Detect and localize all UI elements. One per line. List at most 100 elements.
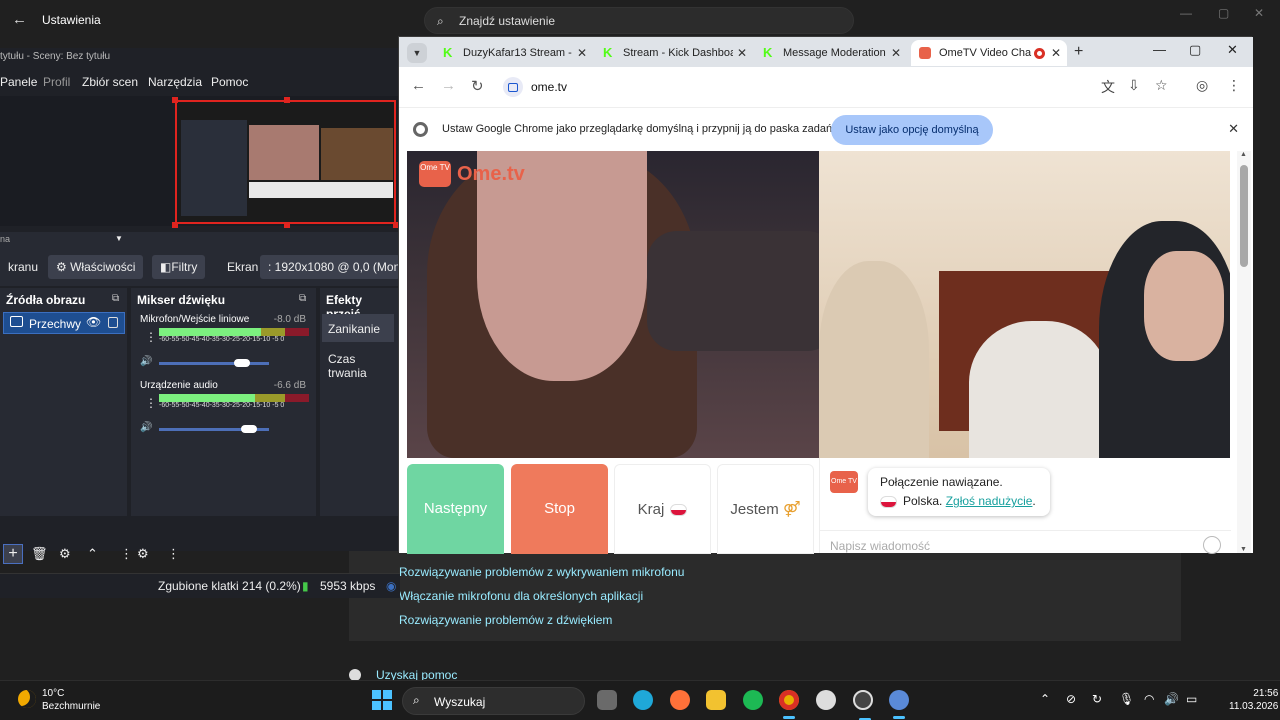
tab-search-icon[interactable]: ▼ <box>407 43 427 63</box>
address-bar[interactable]: ome.tv <box>499 73 1199 101</box>
maximize-icon[interactable]: ▢ <box>1218 6 1229 20</box>
volume-slider[interactable] <box>159 425 269 433</box>
profile-icon[interactable]: ◎ <box>1196 77 1208 94</box>
weather-moon-icon[interactable] <box>18 690 36 708</box>
menu-scene-collection[interactable]: Zbiór scen <box>82 75 138 89</box>
reload-icon[interactable]: ↻ <box>471 77 484 95</box>
add-icon[interactable]: + <box>3 544 23 564</box>
chat-input[interactable]: Napisz wiadomość <box>820 530 1231 554</box>
new-tab-icon[interactable]: + <box>1074 43 1083 61</box>
obs-icon[interactable] <box>853 690 873 720</box>
taskbar-search[interactable]: ⌕ Wyszukaj <box>402 687 585 715</box>
dock-popout-icon[interactable]: ⧉ <box>299 293 306 304</box>
battery-icon[interactable]: ▭ <box>1186 692 1197 706</box>
firefox-icon[interactable] <box>670 690 690 710</box>
default-browser-infobar: Ustaw Google Chrome jako przeglądarkę do… <box>399 107 1253 151</box>
transition-select[interactable]: Zanikanie <box>322 314 394 342</box>
hidden-tray-icon[interactable]: ⊘ <box>1066 692 1076 706</box>
site-info-icon[interactable] <box>503 77 523 97</box>
settings-gear-icon[interactable] <box>889 690 909 719</box>
properties-button[interactable]: ⚙ Właściwości <box>48 255 144 279</box>
menu-panels[interactable]: Panele <box>0 75 37 89</box>
volume-slider[interactable] <box>159 359 269 367</box>
resize-handle[interactable] <box>284 97 290 103</box>
more-options-icon[interactable]: ⋮ <box>167 546 180 562</box>
gear-icon[interactable]: ⚙ <box>59 546 71 562</box>
update-icon[interactable]: ↻ <box>1092 692 1102 706</box>
tab-kick-dashboard[interactable]: K Stream - Kick Dashboa ✕ <box>595 40 753 66</box>
volume-icon[interactable]: 🔊 <box>1164 692 1179 706</box>
weather-widget[interactable]: 10°C Bezchmurnie <box>42 687 100 713</box>
trash-icon[interactable]: 🗑 <box>31 546 48 562</box>
menu-profile[interactable]: Profil <box>43 75 70 89</box>
obs-preview-source-frame[interactable] <box>175 100 396 224</box>
help-link-sound[interactable]: Rozwiązywanie problemów z dźwiękiem <box>399 613 612 627</box>
edge-icon[interactable] <box>633 690 653 710</box>
speaker-icon[interactable]: 🔊 <box>140 356 152 367</box>
more-options-icon[interactable]: ⋮ <box>145 330 157 344</box>
spotify-icon[interactable] <box>743 690 763 710</box>
system-clock[interactable]: 21:56 11.03.2026 <box>1229 687 1278 713</box>
more-options-icon[interactable]: ⋮ <box>1227 77 1241 94</box>
more-options-icon[interactable]: ⋮ <box>145 396 157 410</box>
filters-button[interactable]: ◧Filtry <box>152 255 206 279</box>
translate-icon[interactable]: 文 <box>1101 77 1115 97</box>
scroll-down-icon[interactable]: ▼ <box>1240 546 1247 553</box>
task-view-icon[interactable] <box>597 690 617 710</box>
close-icon[interactable]: ✕ <box>737 46 747 60</box>
help-link-mic-apps[interactable]: Włączanie mikrofonu dla określonych apli… <box>399 589 643 603</box>
eye-icon[interactable]: 👁 <box>86 315 101 329</box>
source-item[interactable]: Przechwy 👁 <box>3 312 125 334</box>
close-icon[interactable]: ✕ <box>1051 46 1061 60</box>
next-button[interactable]: Następny <box>407 464 504 554</box>
back-arrow-icon[interactable]: ← <box>12 11 30 29</box>
emoji-icon[interactable] <box>1203 536 1221 554</box>
bookmark-star-icon[interactable]: ☆ <box>1155 77 1168 94</box>
gender-button[interactable]: Jestem ⚤ <box>717 464 814 554</box>
menu-help[interactable]: Pomoc <box>211 75 248 89</box>
chevron-down-icon[interactable]: ▼ <box>115 234 123 243</box>
close-icon[interactable]: ✕ <box>577 46 587 60</box>
minimize-icon[interactable]: — <box>1153 42 1166 57</box>
volume-slider-knob[interactable] <box>234 359 250 367</box>
back-arrow-icon[interactable]: ← <box>411 77 426 94</box>
install-app-icon[interactable]: ⇩ <box>1128 77 1140 94</box>
scrollbar-thumb[interactable] <box>1240 165 1248 267</box>
scroll-up-icon[interactable]: ▲ <box>1240 151 1247 158</box>
stop-button[interactable]: Stop <box>511 464 608 554</box>
close-icon[interactable]: ✕ <box>1227 42 1238 58</box>
chevron-up-icon[interactable]: ⌃ <box>1040 692 1050 706</box>
tab-kick-stream[interactable]: K DuzyKafar13 Stream - ✕ <box>435 40 593 66</box>
set-default-button[interactable]: Ustaw jako opcję domyślną <box>831 115 993 145</box>
settings-search-input[interactable]: ⌕ Znajdź ustawienie <box>424 7 854 34</box>
minimize-icon[interactable]: — <box>1180 6 1192 20</box>
country-button[interactable]: Kraj <box>614 464 711 554</box>
forward-arrow-icon[interactable]: → <box>441 77 456 94</box>
page-scrollbar[interactable]: ▲ ▼ <box>1237 151 1251 553</box>
tab-message-moderation[interactable]: K Message Moderation ✕ <box>755 40 907 66</box>
wifi-icon[interactable]: ◠ <box>1144 692 1154 706</box>
close-icon[interactable]: ✕ <box>891 46 901 60</box>
file-explorer-icon[interactable] <box>706 690 726 710</box>
report-abuse-link[interactable]: Zgłoś nadużycie <box>946 494 1033 508</box>
screen-select[interactable]: : 1920x1080 @ 0,0 (Monito <box>260 255 400 279</box>
speaker-icon[interactable]: 🔊 <box>140 422 152 433</box>
tab-ometv[interactable]: OmeTV Video Cha ✕ <box>911 40 1067 66</box>
chatgpt-icon[interactable] <box>816 690 836 710</box>
menu-tools[interactable]: Narzędzia <box>148 75 202 89</box>
resize-handle[interactable] <box>172 97 178 103</box>
windows-start-icon[interactable] <box>372 690 392 710</box>
chrome-icon[interactable] <box>779 690 799 719</box>
maximize-icon[interactable]: ▢ <box>1189 42 1201 58</box>
chevron-up-icon[interactable]: ⌃ <box>87 546 98 562</box>
gear-icon[interactable]: ⚙ <box>137 546 149 562</box>
dock-popout-icon[interactable]: ⧉ <box>112 293 119 304</box>
volume-slider-knob[interactable] <box>241 425 257 433</box>
microphone-icon[interactable]: 🎙 <box>1119 692 1134 706</box>
lock-icon[interactable] <box>108 317 118 328</box>
resize-handle[interactable] <box>172 222 178 228</box>
close-icon[interactable]: ✕ <box>1254 6 1264 20</box>
resize-handle[interactable] <box>284 222 290 228</box>
close-icon[interactable]: ✕ <box>1228 121 1239 137</box>
help-link-mic-detection[interactable]: Rozwiązywanie problemów z wykrywaniem mi… <box>399 565 684 579</box>
